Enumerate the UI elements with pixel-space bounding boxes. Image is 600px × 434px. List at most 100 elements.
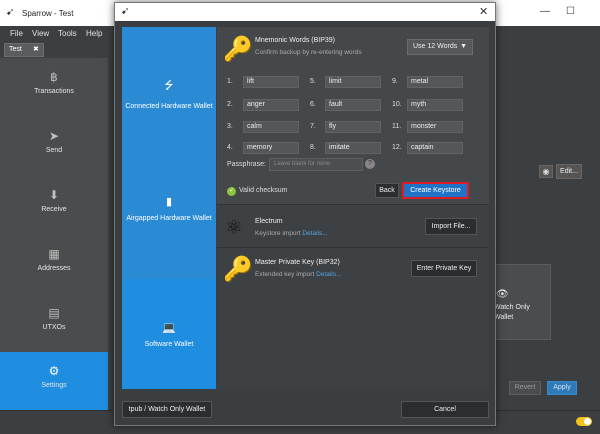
xprv-subtitle: Extended key import Details... xyxy=(255,271,341,278)
xprv-title: Master Private Key (BIP32) xyxy=(255,259,340,266)
send-icon: ➤ xyxy=(48,129,60,143)
edit-button[interactable]: Edit... xyxy=(556,164,582,179)
word-number: 5. xyxy=(310,78,316,85)
passphrase-input[interactable]: Leave blank for none xyxy=(269,158,363,171)
sidebar-item-label: Receive xyxy=(41,206,67,213)
settings-icon: ⚙ xyxy=(48,364,60,378)
master-private-key-section: 🔑 Master Private Key (BIP32) Extended ke… xyxy=(217,249,489,291)
bip39-subtitle: Confirm backup by re-entering words xyxy=(255,49,362,56)
key-icon: 🔑 xyxy=(223,256,253,283)
electrum-subtitle: Keystore import Details... xyxy=(255,230,328,237)
word-field-12[interactable]: captain xyxy=(407,142,463,154)
watch-only-option[interactable]: 👁 Watch Only Wallet xyxy=(487,264,551,340)
sidebar-item-addresses[interactable]: ▦ Addresses xyxy=(0,235,108,293)
maximize-icon[interactable]: ☐ xyxy=(566,6,575,17)
usb-icon: ⭍ xyxy=(164,80,174,92)
nav-connected-hardware-wallet[interactable]: ⭍ Connected Hardware Wallet xyxy=(122,77,216,112)
back-button[interactable]: Back xyxy=(375,183,399,198)
sidebar-item-send[interactable]: ➤ Send xyxy=(0,117,108,175)
close-tab-icon[interactable]: ✖ xyxy=(33,45,39,53)
electrum-atom-icon: ⚛ xyxy=(225,217,243,239)
word-number: 10. xyxy=(392,101,402,108)
word-number: 11. xyxy=(392,123,402,130)
sidebar: ฿ Transactions ➤ Send ⬇ Receive ▦ Addres… xyxy=(0,58,108,410)
electrum-title: Electrum xyxy=(255,218,283,225)
help-icon[interactable]: ? xyxy=(365,159,375,169)
word-field-3[interactable]: calm xyxy=(243,121,299,133)
menu-help[interactable]: Help xyxy=(86,29,102,38)
word-number: 4. xyxy=(227,144,233,151)
nav-label: Connected Hardware Wallet xyxy=(125,103,213,110)
sidebar-item-utxos[interactable]: ▤ UTXOs xyxy=(0,294,108,352)
nav-software-wallet[interactable]: 💻 Software Wallet xyxy=(122,279,216,389)
word-number: 6. xyxy=(310,101,316,108)
xprv-subtitle-text: Extended key import xyxy=(255,271,315,278)
sidebar-item-label: Send xyxy=(45,147,63,154)
word-field-9[interactable]: metal xyxy=(407,76,463,88)
keystore-options: 🔑 Mnemonic Words (BIP39) Confirm backup … xyxy=(217,27,489,389)
word-number: 2. xyxy=(227,101,233,108)
utxos-icon: ▤ xyxy=(48,306,60,320)
bip39-title: Mnemonic Words (BIP39) xyxy=(255,37,336,44)
online-toggle[interactable] xyxy=(576,417,592,426)
window-title: Sparrow - Test xyxy=(22,9,74,18)
sidebar-item-label: Transactions xyxy=(34,88,74,95)
word-field-6[interactable]: fault xyxy=(325,99,381,111)
wallet-tab-label: Test xyxy=(9,46,22,53)
word-field-7[interactable]: fly xyxy=(325,121,381,133)
bip39-section: 🔑 Mnemonic Words (BIP39) Confirm backup … xyxy=(217,27,489,205)
word-field-8[interactable]: imitate xyxy=(325,142,381,154)
electrum-subtitle-text: Keystore import xyxy=(255,230,301,237)
dialog-titlebar: ➹ ✕ xyxy=(115,3,495,21)
camera-icon[interactable]: ◉ xyxy=(539,165,553,178)
electrum-details-link[interactable]: Details... xyxy=(302,230,327,237)
wallet-tab[interactable]: Test ✖ xyxy=(4,43,44,57)
addresses-icon: ▦ xyxy=(48,247,60,261)
sidebar-item-settings[interactable]: ⚙ Settings xyxy=(0,352,108,410)
cancel-button[interactable]: Cancel xyxy=(401,401,489,418)
bitcoin-icon: ฿ xyxy=(50,70,58,84)
electrum-section: ⚛ Electrum Keystore import Details... Im… xyxy=(217,206,489,248)
word-field-5[interactable]: limit xyxy=(325,76,381,88)
laptop-icon: 💻 xyxy=(162,322,176,334)
import-file-button[interactable]: Import File... xyxy=(425,218,477,235)
apply-button[interactable]: Apply xyxy=(547,381,577,395)
chevron-down-icon: ▼ xyxy=(460,43,467,50)
close-icon[interactable]: ✕ xyxy=(479,5,488,18)
word-number: 12. xyxy=(392,144,402,151)
nav-label: Airgapped Hardware Wallet xyxy=(126,215,212,222)
menu-view[interactable]: View xyxy=(32,29,49,38)
word-number: 8. xyxy=(310,144,316,151)
create-keystore-button[interactable]: Create Keystore xyxy=(402,182,469,199)
add-keystore-dialog: ➹ ✕ ⭍ Connected Hardware Wallet ▮ Airgap… xyxy=(114,2,496,426)
checkmark-icon: ✓ xyxy=(227,187,236,196)
sidebar-item-transactions[interactable]: ฿ Transactions xyxy=(0,58,108,116)
word-field-1[interactable]: lift xyxy=(243,76,299,88)
revert-button[interactable]: Revert xyxy=(509,381,541,395)
word-field-4[interactable]: memory xyxy=(243,142,299,154)
sidebar-item-receive[interactable]: ⬇ Receive xyxy=(0,176,108,234)
word-field-10[interactable]: myth xyxy=(407,99,463,111)
enter-private-key-button[interactable]: Enter Private Key xyxy=(411,260,477,277)
nav-label: Software Wallet xyxy=(144,341,194,348)
sidebar-item-label: UTXOs xyxy=(42,324,66,331)
word-count-value: Use 12 Words xyxy=(413,43,458,50)
menu-file[interactable]: File xyxy=(10,29,23,38)
dialog-footer: tpub / Watch Only Wallet Cancel xyxy=(115,393,495,425)
keystore-source-nav: ⭍ Connected Hardware Wallet ▮ Airgapped … xyxy=(122,27,216,389)
sidebar-item-label: Addresses xyxy=(37,265,71,272)
minimize-icon[interactable]: — xyxy=(540,6,550,17)
word-count-select[interactable]: Use 12 Words ▼ xyxy=(407,39,473,55)
word-field-2[interactable]: anger xyxy=(243,99,299,111)
nav-airgapped-hardware-wallet[interactable]: ▮ Airgapped Hardware Wallet xyxy=(122,195,216,224)
key-icon: 🔑 xyxy=(223,36,253,63)
watch-only-label: Watch Only Wallet xyxy=(494,304,530,321)
menu-tools[interactable]: Tools xyxy=(58,29,77,38)
passphrase-label: Passphrase: xyxy=(227,161,266,168)
word-field-11[interactable]: monster xyxy=(407,121,463,133)
watch-only-wallet-button[interactable]: tpub / Watch Only Wallet xyxy=(122,401,212,418)
eye-icon: 👁 xyxy=(496,289,509,300)
sparrow-logo-icon: ➹ xyxy=(6,7,15,18)
sidebar-item-label: Settings xyxy=(41,382,67,389)
xprv-details-link[interactable]: Details... xyxy=(316,271,341,278)
